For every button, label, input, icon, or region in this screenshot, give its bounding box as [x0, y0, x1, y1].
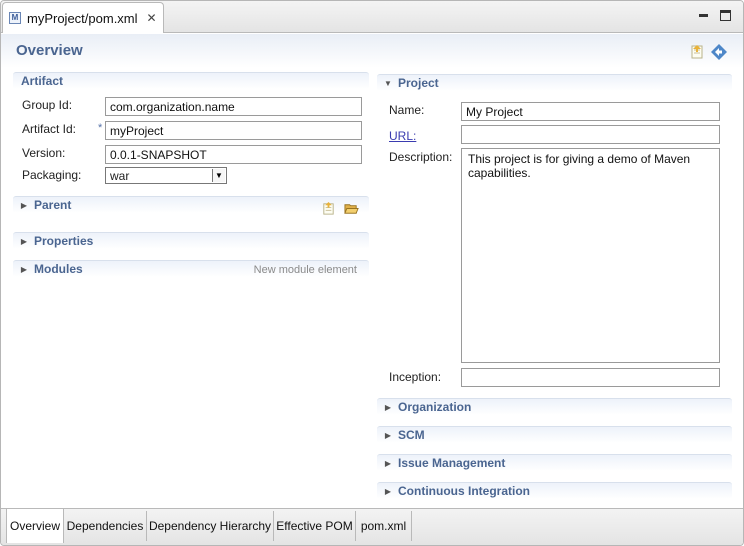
properties-section-header[interactable]: ▶ Properties [13, 232, 369, 249]
expand-arrow-icon[interactable]: ▶ [381, 431, 395, 440]
scm-section-header[interactable]: ▶ SCM [377, 426, 732, 443]
packaging-value: war [110, 169, 130, 183]
description-field[interactable]: This project is for giving a demo of Mav… [461, 148, 720, 363]
minimize-icon[interactable] [698, 10, 709, 21]
tab-overview[interactable]: Overview [6, 509, 64, 543]
artifact-id-label: Artifact Id: [22, 122, 77, 136]
packaging-label: Packaging: [22, 168, 82, 182]
show-parent-pom-icon[interactable] [689, 44, 705, 60]
editor-tab-strip: M myProject/pom.xml ✕ [1, 1, 743, 33]
artifact-section-header: Artifact [13, 72, 369, 89]
expand-arrow-icon[interactable]: ▶ [17, 237, 31, 246]
refresh-icon[interactable] [711, 44, 727, 60]
expand-arrow-icon[interactable]: ▶ [381, 487, 395, 496]
editor-tab-pom[interactable]: M myProject/pom.xml ✕ [2, 2, 164, 33]
parent-section-title: Parent [34, 198, 72, 212]
editor-page-tabs: Overview Dependencies Dependency Hierarc… [1, 508, 743, 545]
properties-section-title: Properties [34, 234, 94, 248]
issue-management-section-header[interactable]: ▶ Issue Management [377, 454, 732, 471]
pom-editor: M myProject/pom.xml ✕ Overview Artifact … [0, 0, 744, 546]
tab-effective-pom[interactable]: Effective POM [274, 511, 356, 541]
project-name-field[interactable]: My Project [461, 102, 720, 121]
description-label: Description: [389, 150, 453, 164]
artifact-section-title: Artifact [21, 74, 64, 88]
group-id-field[interactable]: com.organization.name [105, 97, 362, 116]
inception-label: Inception: [389, 370, 442, 384]
organization-section-header[interactable]: ▶ Organization [377, 398, 732, 415]
parent-section-header[interactable]: ▶ Parent [13, 196, 369, 213]
tab-dependency-hierarchy[interactable]: Dependency Hierarchy [147, 511, 274, 541]
expand-arrow-icon[interactable]: ▶ [17, 201, 31, 210]
tab-dependencies[interactable]: Dependencies [64, 511, 147, 541]
expand-arrow-icon[interactable]: ▶ [17, 265, 31, 274]
page-title: Overview [16, 42, 83, 59]
version-label: Version: [22, 146, 66, 160]
required-marker: * [98, 122, 103, 134]
group-id-label: Group Id: [22, 98, 73, 112]
scm-section-title: SCM [398, 428, 425, 442]
issue-management-section-title: Issue Management [398, 456, 506, 470]
continuous-integration-section-header[interactable]: ▶ Continuous Integration [377, 482, 732, 499]
project-section-header[interactable]: ▼ Project [377, 74, 732, 91]
organization-section-title: Organization [398, 400, 472, 414]
form-header: Overview [1, 34, 743, 68]
name-label: Name: [389, 103, 425, 117]
maximize-icon[interactable] [720, 10, 731, 21]
version-field[interactable]: 0.0.1-SNAPSHOT [105, 145, 362, 164]
artifact-id-field[interactable]: myProject [105, 121, 362, 140]
expand-arrow-icon[interactable]: ▶ [381, 403, 395, 412]
show-parent-icon[interactable] [321, 201, 336, 216]
tab-pom-xml[interactable]: pom.xml [356, 511, 412, 541]
collapse-arrow-icon[interactable]: ▼ [381, 79, 395, 88]
open-folder-icon[interactable] [344, 201, 359, 216]
url-link[interactable]: URL: [389, 129, 416, 143]
modules-section-title: Modules [34, 262, 83, 276]
packaging-select[interactable]: war ▼ [105, 167, 227, 184]
expand-arrow-icon[interactable]: ▶ [381, 459, 395, 468]
continuous-integration-section-title: Continuous Integration [398, 484, 530, 498]
maven-file-icon: M [9, 12, 21, 24]
url-field[interactable] [461, 125, 720, 144]
new-module-element-link[interactable]: New module element [254, 264, 357, 276]
editor-tab-title: myProject/pom.xml [27, 10, 138, 26]
inception-field[interactable] [461, 368, 720, 387]
close-tab-icon[interactable]: ✕ [147, 11, 157, 25]
modules-section-header[interactable]: ▶ Modules New module element [13, 260, 369, 277]
dropdown-arrow-icon: ▼ [212, 169, 225, 182]
project-section-title: Project [398, 76, 439, 90]
